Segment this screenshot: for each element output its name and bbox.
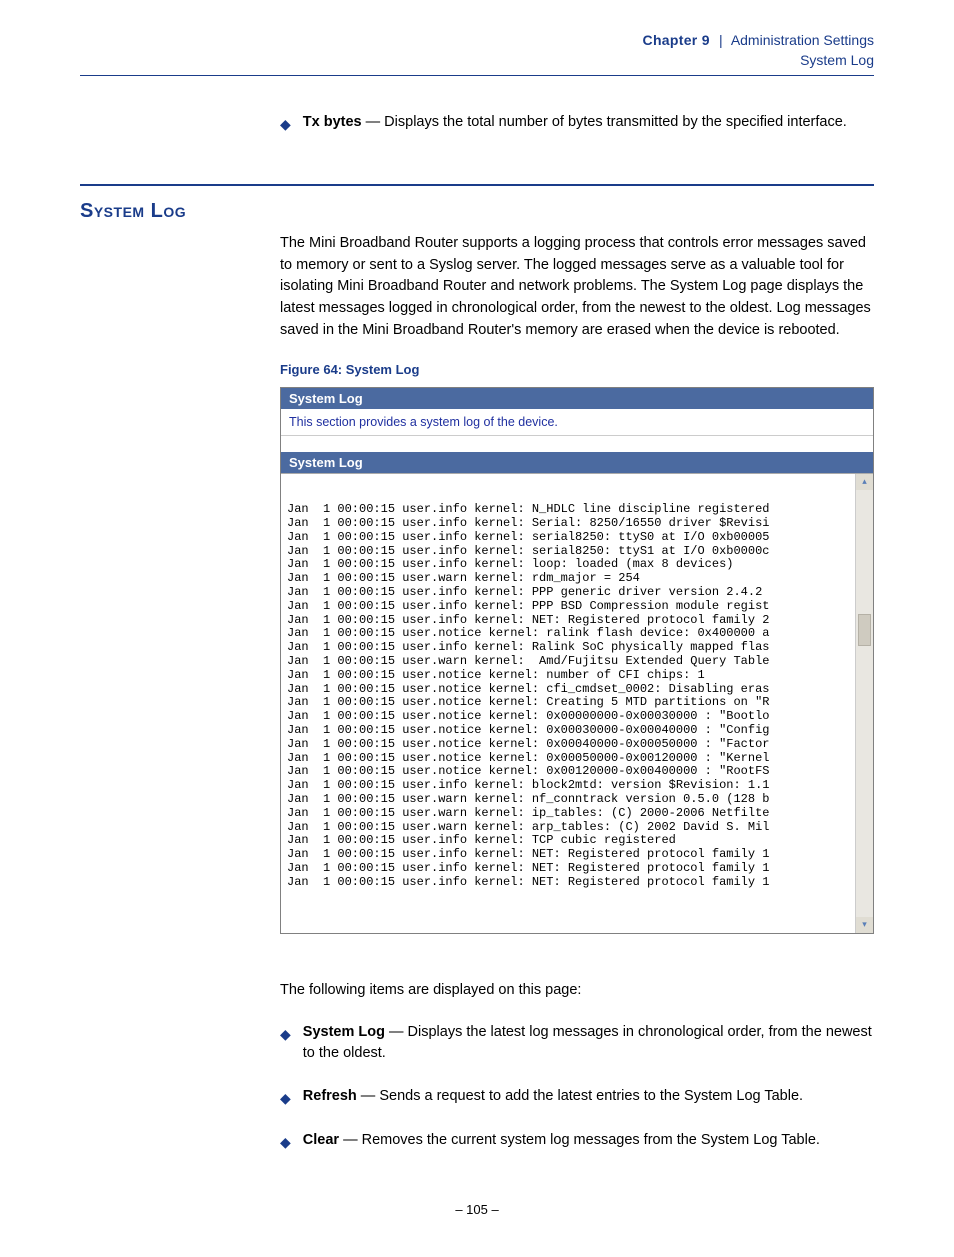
item-term: System Log	[303, 1024, 385, 1040]
bullet-text: Clear — Removes the current system log m…	[303, 1130, 874, 1151]
system-log-figure: System Log This section provides a syste…	[280, 387, 874, 934]
section-paragraph: The Mini Broadband Router supports a log…	[280, 233, 874, 342]
tx-bytes-desc: — Displays the total number of bytes tra…	[362, 114, 847, 130]
list-item: ◆ Clear — Removes the current system log …	[280, 1130, 874, 1152]
bullet-text: Tx bytes — Displays the total number of …	[303, 112, 874, 133]
chapter-word: Chapter	[643, 32, 698, 48]
list-item: ◆ System Log — Displays the latest log me…	[280, 1022, 874, 1064]
items-list: ◆ System Log — Displays the latest log me…	[280, 1022, 874, 1153]
figure-caption: Figure 64: System Log	[280, 362, 874, 377]
items-intro: The following items are displayed on thi…	[280, 980, 874, 1002]
log-section-bar: System Log	[281, 452, 873, 473]
bullet-text: Refresh — Sends a request to add the lat…	[303, 1086, 874, 1107]
page-number: – 105 –	[80, 1202, 874, 1217]
figure-description: This section provides a system log of th…	[281, 409, 873, 436]
item-desc: — Sends a request to add the latest entr…	[357, 1088, 803, 1104]
diamond-bullet-icon: ◆	[280, 1024, 291, 1044]
item-desc: — Displays the latest log messages in ch…	[303, 1024, 872, 1061]
diamond-bullet-icon: ◆	[280, 1088, 291, 1108]
section-title: System Log	[80, 200, 874, 223]
list-item: ◆ Refresh — Sends a request to add the la…	[280, 1086, 874, 1108]
item-term: Clear	[303, 1132, 339, 1148]
chapter-label: Chapter 9	[643, 32, 715, 48]
figure-title-bar: System Log	[281, 388, 873, 409]
figure-gap	[281, 436, 873, 452]
chapter-title: Administration Settings	[731, 32, 874, 48]
item-term: Refresh	[303, 1088, 357, 1104]
log-lines: Jan 1 00:00:15 user.info kernel: N_HDLC …	[287, 503, 855, 889]
header-subtitle: System Log	[80, 50, 874, 70]
log-scrollbar[interactable]: ▴ ▾	[855, 474, 873, 933]
page-header: Chapter 9 | Administration Settings Syst…	[80, 30, 874, 76]
tx-bytes-item: ◆ Tx bytes — Displays the total number o…	[280, 112, 874, 134]
tx-bytes-term: Tx bytes	[303, 114, 362, 130]
log-output-pane: Jan 1 00:00:15 user.info kernel: N_HDLC …	[281, 473, 873, 933]
scroll-down-icon[interactable]: ▾	[856, 917, 873, 933]
document-page: Chapter 9 | Administration Settings Syst…	[0, 0, 954, 1257]
diamond-bullet-icon: ◆	[280, 114, 291, 134]
item-desc: — Removes the current system log message…	[339, 1132, 820, 1148]
bullet-text: System Log — Displays the latest log mes…	[303, 1022, 874, 1064]
header-separator: |	[719, 32, 723, 48]
section-rule	[80, 184, 874, 186]
scroll-up-icon[interactable]: ▴	[856, 474, 873, 490]
diamond-bullet-icon: ◆	[280, 1132, 291, 1152]
chapter-number: 9	[702, 32, 710, 48]
scroll-thumb[interactable]	[858, 614, 871, 646]
